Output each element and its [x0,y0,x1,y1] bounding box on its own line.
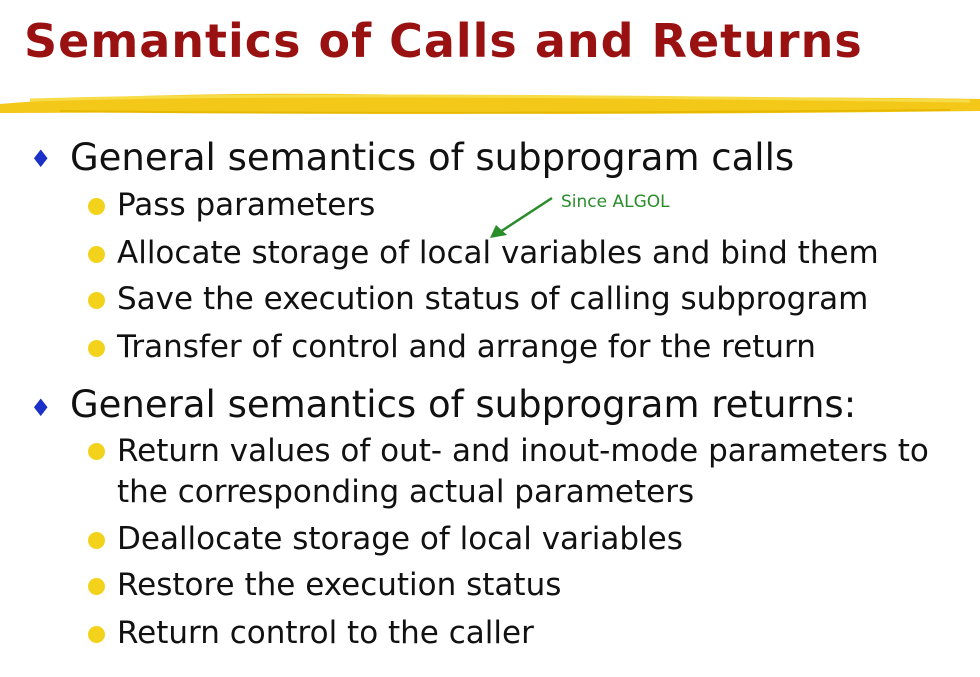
dot-bullet-icon [88,292,105,309]
dot-bullet-icon [88,626,105,643]
title-underline [0,93,980,114]
list-item: Deallocate storage of local variables [117,521,683,557]
section-heading-returns: General semantics of subprogram returns: [70,383,857,426]
dot-bullet-icon [88,246,105,263]
list-item: Transfer of control and arrange for the … [117,329,816,365]
list-item: Save the execution status of calling sub… [117,281,869,317]
dot-bullet-icon [88,198,105,215]
list-item: Return control to the caller [117,615,534,651]
list-item-continuation: the corresponding actual parameters [117,474,695,510]
dot-bullet-icon [88,443,105,460]
list-item: Restore the execution status [117,567,562,603]
section-heading-calls: General semantics of subprogram calls [70,136,795,179]
diamond-bullet-icon: ♦ [30,394,52,422]
dot-bullet-icon [88,340,105,357]
list-item: Return values of out- and inout-mode par… [117,433,929,469]
dot-bullet-icon [88,532,105,549]
dot-bullet-icon [88,578,105,595]
annotation-label: Since ALGOL [561,192,670,212]
slide-title: Semantics of Calls and Returns [24,14,863,68]
diamond-bullet-icon: ♦ [30,145,52,173]
slide: Semantics of Calls and Returns ♦ General… [0,0,980,677]
arrow-icon [490,196,553,238]
list-item: Pass parameters [117,187,376,223]
